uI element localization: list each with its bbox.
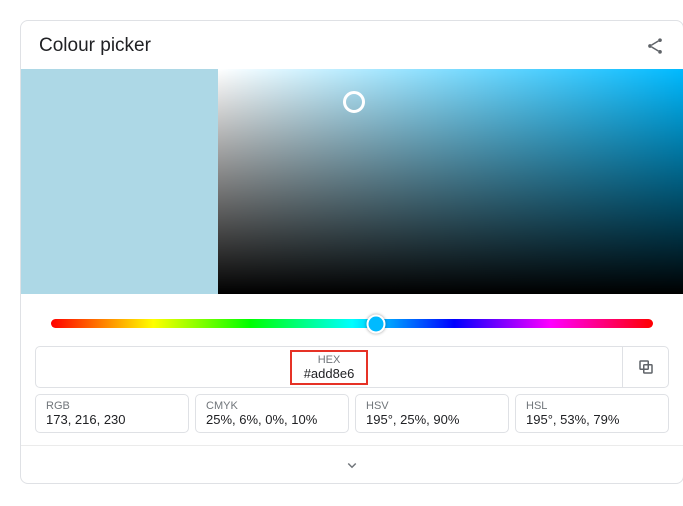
copy-icon	[637, 358, 655, 376]
rgb-value: 173, 216, 230	[46, 412, 178, 427]
hsv-value: 195°, 25%, 90%	[366, 412, 498, 427]
rgb-cell[interactable]: RGB 173, 216, 230	[35, 394, 189, 433]
cmyk-value: 25%, 6%, 0%, 10%	[206, 412, 338, 427]
hex-cell[interactable]: HEX #add8e6	[36, 347, 622, 387]
hsv-cell[interactable]: HSV 195°, 25%, 90%	[355, 394, 509, 433]
hex-label: HEX	[304, 354, 355, 366]
hue-slider[interactable]	[51, 319, 653, 328]
color-picker-card: Colour picker HEX #add8e6	[20, 20, 683, 484]
cmyk-cell[interactable]: CMYK 25%, 6%, 0%, 10%	[195, 394, 349, 433]
cmyk-label: CMYK	[206, 400, 338, 412]
hex-highlight: HEX #add8e6	[290, 350, 369, 385]
chevron-down-icon	[343, 456, 361, 474]
hsv-label: HSV	[366, 400, 498, 412]
hue-thumb[interactable]	[367, 314, 386, 333]
color-swatch	[21, 69, 218, 294]
hex-row: HEX #add8e6	[35, 346, 669, 388]
hue-row	[21, 294, 683, 346]
header: Colour picker	[21, 21, 683, 69]
copy-button[interactable]	[622, 347, 668, 387]
expand-toggle[interactable]	[21, 445, 683, 483]
page-title: Colour picker	[39, 35, 151, 57]
picker-area	[21, 69, 683, 294]
hex-value: #add8e6	[304, 366, 355, 381]
hsl-cell[interactable]: HSL 195°, 53%, 79%	[515, 394, 669, 433]
saturation-value-picker[interactable]	[218, 69, 683, 294]
values-section: HEX #add8e6 RGB 173, 216, 230 CMYK	[21, 346, 683, 445]
sv-cursor[interactable]	[343, 91, 365, 113]
format-grid: RGB 173, 216, 230 CMYK 25%, 6%, 0%, 10% …	[35, 394, 669, 433]
share-icon[interactable]	[645, 36, 665, 56]
hsl-label: HSL	[526, 400, 658, 412]
hsl-value: 195°, 53%, 79%	[526, 412, 658, 427]
rgb-label: RGB	[46, 400, 178, 412]
